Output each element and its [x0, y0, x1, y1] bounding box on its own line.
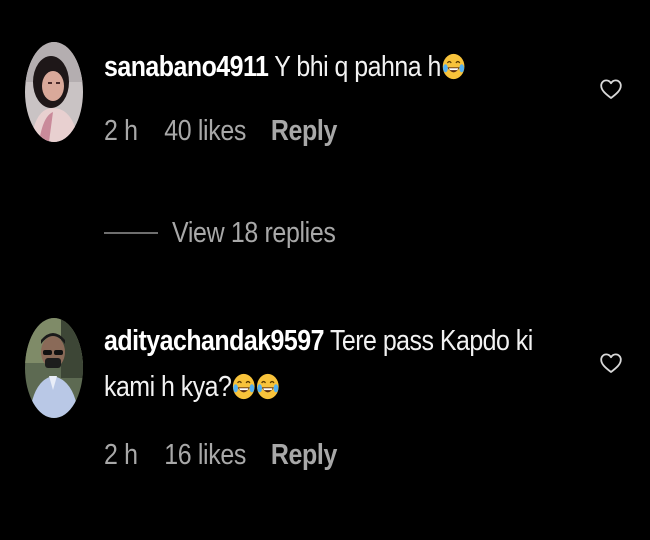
avatar[interactable]: [25, 42, 83, 142]
avatar-photo: [25, 42, 83, 142]
comment-time: 2 h: [104, 439, 138, 471]
comment-body: sanabano4911 Y bhi q pahna h: [104, 44, 465, 90]
comment-meta: 2 h 16 likes Reply: [104, 437, 337, 473]
comment-line: adityachandak9597 Tere pass Kapdo ki: [104, 318, 533, 364]
comment-text: Y bhi q pahna h: [274, 51, 441, 83]
comment-likes[interactable]: 40 likes: [164, 113, 271, 149]
comment-time: 2 h: [104, 115, 138, 147]
reply-button[interactable]: Reply: [271, 113, 338, 149]
heart-outline-icon[interactable]: [599, 77, 623, 101]
view-replies-label: View 18 replies: [172, 216, 336, 249]
comment-meta: 2 h 40 likes Reply: [104, 113, 337, 149]
comment-username[interactable]: adityachandak9597: [104, 325, 325, 357]
comment-text: kami h kya?: [104, 371, 232, 403]
reply-button[interactable]: Reply: [271, 437, 338, 473]
comment-text: Tere pass Kapdo ki: [329, 325, 533, 357]
tears-of-joy-emoji-icon: [442, 53, 465, 80]
comment-item: adityachandak9597 Tere pass Kapdo ki kam…: [0, 300, 650, 500]
comment-body: adityachandak9597 Tere pass Kapdo ki kam…: [104, 318, 533, 410]
view-replies-divider: [104, 232, 158, 234]
comment-likes[interactable]: 16 likes: [164, 437, 271, 473]
comment-item: sanabano4911 Y bhi q pahna h 2 h 40 likes…: [0, 0, 650, 200]
comment-line: kami h kya?: [104, 364, 533, 410]
heart-outline-icon[interactable]: [599, 351, 623, 375]
tears-of-joy-emoji-icon: [257, 373, 279, 400]
avatar[interactable]: [25, 318, 83, 418]
avatar-photo: [25, 318, 83, 418]
tears-of-joy-emoji-icon: [233, 373, 255, 400]
view-replies-button[interactable]: View 18 replies: [104, 213, 362, 253]
comment-username[interactable]: sanabano4911: [104, 51, 269, 83]
